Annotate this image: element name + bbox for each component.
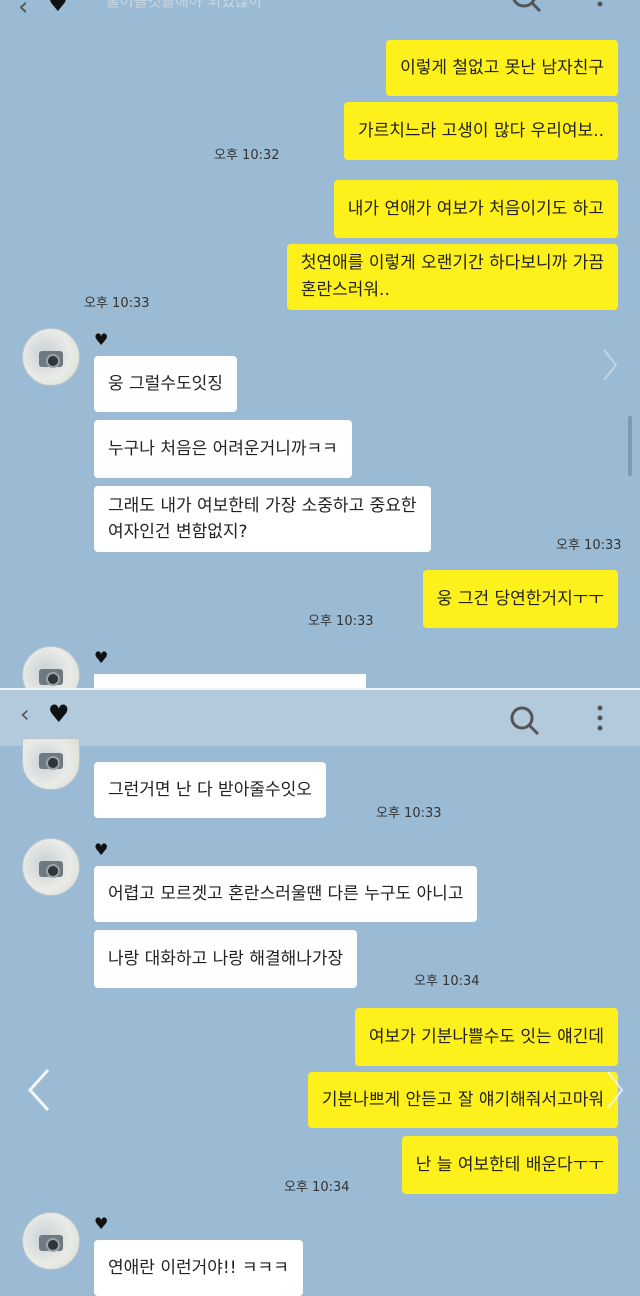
received-message[interactable]: 나랑 대화하고 나랑 해결해나가장 xyxy=(94,930,358,988)
received-message[interactable]: 그런거면 난 다 받아줄수잇오 xyxy=(94,762,326,818)
sent-message[interactable]: 이렇게 철없고 못난 남자친구 xyxy=(386,40,618,96)
received-message[interactable]: 어렵고 모르겟고 혼란스러울땐 다른 누구도 아니고 xyxy=(94,866,478,922)
avatar[interactable] xyxy=(22,328,80,386)
top-header: ‹ ♥ 물어볼것들해야 되었잖아 xyxy=(0,0,640,30)
received-message[interactable]: 그래도 내가 여보한테 가장 소중하고 중요한 여자인건 변함없지? xyxy=(94,486,431,552)
previous-image-arrow-icon[interactable] xyxy=(26,1068,52,1112)
back-icon[interactable]: ‹ xyxy=(18,0,28,22)
search-icon[interactable] xyxy=(510,0,544,16)
back-icon[interactable]: ‹ xyxy=(20,700,30,728)
next-image-arrow-icon[interactable] xyxy=(604,1070,626,1110)
sender-name-heart: ♥ xyxy=(94,330,109,349)
received-message-partial xyxy=(94,674,366,688)
timestamp: 오후 10:34 xyxy=(414,974,480,989)
received-message[interactable]: 누구나 처음은 어려운거니까ㅋㅋ xyxy=(94,420,352,478)
more-icon[interactable] xyxy=(596,704,604,734)
sent-message[interactable]: 난 늘 여보한테 배운다ㅜㅜ xyxy=(401,1136,618,1194)
sent-message[interactable]: 웅 그건 당연한거지ㅜㅜ xyxy=(422,570,618,628)
timestamp: 오후 10:32 xyxy=(214,148,280,163)
second-header: ‹ ♥ xyxy=(0,688,640,746)
search-icon[interactable] xyxy=(508,704,542,738)
received-message[interactable]: 연애란 이런거야!! ㅋㅋㅋ xyxy=(94,1240,303,1296)
sent-message[interactable]: 기분나쁘게 안듣고 잘 얘기해줘서고마워 xyxy=(307,1072,618,1128)
timestamp: 오후 10:34 xyxy=(284,1180,350,1195)
sent-message[interactable]: 내가 연애가 여보가 처음이기도 하고 xyxy=(333,180,618,238)
received-message[interactable]: 웅 그럴수도잇징 xyxy=(94,356,237,412)
sender-name-heart: ♥ xyxy=(94,1214,109,1233)
avatar[interactable] xyxy=(22,838,80,896)
avatar[interactable] xyxy=(22,1212,80,1270)
timestamp: 오후 10:33 xyxy=(84,296,150,311)
scrollbar[interactable] xyxy=(628,416,632,476)
sent-message[interactable]: 가르치느라 고생이 많다 우리여보.. xyxy=(344,102,618,160)
sender-name-heart: ♥ xyxy=(94,840,109,859)
next-image-arrow-icon[interactable] xyxy=(600,348,620,382)
sender-name-heart: ♥ xyxy=(94,648,109,667)
sent-message[interactable]: 첫연애를 이렇게 오랜기간 하다보니까 가끔 혼란스러워.. xyxy=(286,244,618,310)
avatar[interactable] xyxy=(22,738,80,790)
header-heart: ♥ xyxy=(48,0,68,17)
timestamp: 오후 10:33 xyxy=(308,614,374,629)
timestamp: 오후 10:33 xyxy=(556,538,622,553)
more-icon[interactable] xyxy=(596,0,604,14)
timestamp: 오후 10:33 xyxy=(376,806,442,821)
sent-message[interactable]: 여보가 기분나쁠수도 잇는 얘긴데 xyxy=(354,1008,618,1066)
faded-search-text: 물어볼것들해야 되었잖아 xyxy=(106,0,263,10)
header-heart: ♥ xyxy=(48,700,70,728)
